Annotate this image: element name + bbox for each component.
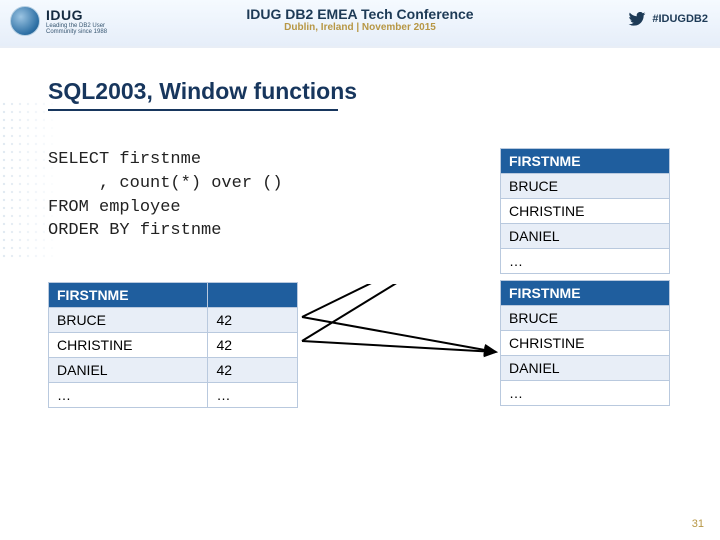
conference-subtitle: Dublin, Ireland | November 2015 [246, 22, 473, 33]
conference-block: IDUG DB2 EMEA Tech Conference Dublin, Ir… [246, 6, 473, 33]
conference-title: IDUG DB2 EMEA Tech Conference [246, 6, 473, 22]
table-cell: … [501, 381, 670, 406]
arrow-icon [302, 284, 496, 341]
table-cell: 42 [208, 358, 298, 383]
twitter-icon [628, 12, 646, 26]
table-cell: DANIEL [49, 358, 208, 383]
table-cell: 42 [208, 308, 298, 333]
table-cell: … [208, 383, 298, 408]
table-cell: CHRISTINE [501, 199, 670, 224]
table-cell: BRUCE [501, 306, 670, 331]
header-bar: IDUG Leading the DB2 User Community sinc… [0, 0, 720, 48]
arrow-icon [302, 341, 496, 352]
sql-code: SELECT firstnme , count(*) over () FROM … [48, 148, 283, 243]
result-table: FIRSTNME BRUCE42 CHRISTINE42 DANIEL42 …… [48, 282, 298, 408]
col-header-firstnme: FIRSTNME [49, 283, 208, 308]
col-header-firstnme: FIRSTNME [501, 149, 670, 174]
hashtag-text: #IDUGDB2 [652, 13, 708, 25]
page-number: 31 [692, 518, 704, 530]
table-cell: CHRISTINE [501, 331, 670, 356]
globe-icon [10, 6, 40, 36]
table-cell: … [49, 383, 208, 408]
col-header-firstnme: FIRSTNME [501, 281, 670, 306]
arrow-icon [302, 317, 496, 352]
table-cell: 42 [208, 333, 298, 358]
slide-title: SQL2003, Window functions [48, 78, 357, 105]
source-table-top: FIRSTNME BRUCE CHRISTINE DANIEL … [500, 148, 670, 274]
table-cell: CHRISTINE [49, 333, 208, 358]
logo-tagline-2: Community since 1988 [46, 29, 107, 35]
arrow-group [300, 284, 500, 394]
logo-text: IDUG [46, 7, 107, 23]
table-cell: DANIEL [501, 224, 670, 249]
hashtag-block: #IDUGDB2 [628, 12, 708, 26]
table-cell: BRUCE [49, 308, 208, 333]
table-cell: … [501, 249, 670, 274]
arrow-icon [302, 284, 496, 317]
source-table-bottom: FIRSTNME BRUCE CHRISTINE DANIEL … [500, 280, 670, 406]
idug-logo: IDUG Leading the DB2 User Community sinc… [10, 6, 107, 36]
table-cell: DANIEL [501, 356, 670, 381]
title-underline [48, 109, 338, 111]
table-cell: BRUCE [501, 174, 670, 199]
col-header-count [208, 283, 298, 308]
